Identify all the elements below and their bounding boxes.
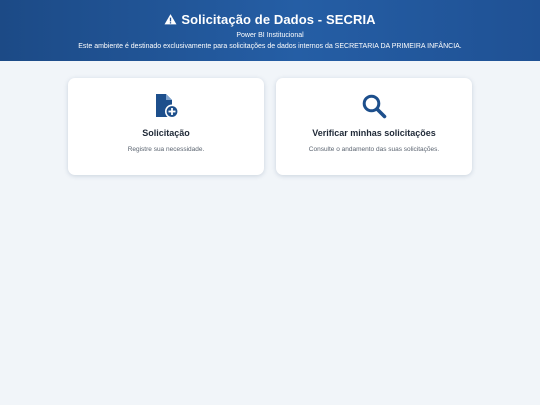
file-plus-icon: [153, 93, 179, 119]
page-header: Solicitação de Dados - SECRIA Power BI I…: [0, 0, 540, 61]
new-request-card[interactable]: Solicitação Registre sua necessidade.: [68, 78, 264, 175]
new-request-text: Registre sua necessidade.: [127, 146, 205, 153]
check-requests-card[interactable]: Verificar minhas solicitações Consulte o…: [276, 78, 472, 175]
title-row: Solicitação de Dados - SECRIA: [0, 11, 540, 27]
check-requests-label: Verificar minhas solicitações: [312, 128, 436, 138]
action-cards: Solicitação Registre sua necessidade. Ve…: [68, 78, 472, 175]
page-subtitle: Power BI Institucional: [236, 32, 304, 39]
page-description: Este ambiente é destinado exclusivamente…: [78, 43, 462, 50]
warning-icon: [164, 13, 177, 26]
new-request-label: Solicitação: [142, 128, 190, 138]
check-requests-text: Consulte o andamento das suas solicitaçõ…: [308, 146, 440, 153]
search-icon: [361, 93, 387, 119]
page-title: Solicitação de Dados - SECRIA: [181, 11, 376, 27]
